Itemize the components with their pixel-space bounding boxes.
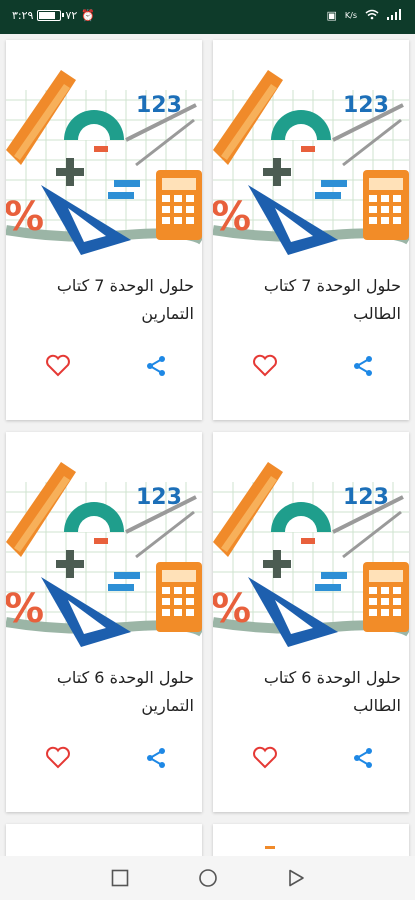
- card-unit7-student-book[interactable]: 123 % حلول الوحدة 7 كتاب الطالب: [213, 40, 409, 420]
- card-unit6-student-book[interactable]: 123 % حلول الوحدة 6 كتاب الطالب: [213, 432, 409, 812]
- favorite-button[interactable]: [251, 352, 279, 380]
- svg-text:%: %: [6, 194, 44, 240]
- card-unit7-workbook[interactable]: 123 % حلول الوحدة 7 كتاب التمارين: [6, 40, 202, 420]
- battery-icon: [37, 10, 65, 21]
- math-thumbnail: 123 %: [6, 40, 202, 265]
- share-button[interactable]: [349, 352, 377, 380]
- math-tools-illustration: 123 %: [213, 40, 409, 265]
- lessons-grid: 123 % حلول الوحدة 7 كتاب الطالب 123 % حل…: [0, 34, 415, 858]
- heart-outline-icon: [46, 746, 70, 769]
- share-icon: [147, 356, 165, 376]
- alarm-icon: ⏰: [81, 9, 95, 22]
- math-tools-illustration: 123 %: [6, 40, 202, 265]
- favorite-button[interactable]: [251, 744, 279, 772]
- heart-outline-icon: [253, 746, 277, 769]
- status-left: ٣:٢٩ ٧٢ ⏰: [12, 9, 95, 22]
- svg-text:%: %: [6, 586, 44, 632]
- card-actions: [213, 352, 409, 382]
- status-time: ٣:٢٩: [12, 9, 34, 22]
- math-thumbnail: 123 %: [213, 432, 409, 657]
- home-icon: [199, 869, 217, 887]
- network-speed: K/s: [344, 11, 357, 20]
- recent-apps-icon: [111, 869, 129, 887]
- share-button[interactable]: [142, 744, 170, 772]
- card-unit6-workbook[interactable]: 123 % حلول الوحدة 6 كتاب التمارين: [6, 432, 202, 812]
- svg-text:%: %: [213, 586, 251, 632]
- share-icon: [147, 748, 165, 768]
- card-actions: [6, 744, 202, 774]
- math-tools-illustration: 123 %: [213, 432, 409, 657]
- back-button[interactable]: [284, 866, 308, 890]
- thumbnail-edge: [265, 846, 275, 849]
- recent-apps-button[interactable]: [108, 866, 132, 890]
- math-thumbnail: 123 %: [6, 432, 202, 657]
- card-actions: [6, 352, 202, 382]
- share-button[interactable]: [142, 352, 170, 380]
- signal-icon: [387, 9, 401, 22]
- heart-outline-icon: [46, 354, 70, 377]
- system-nav-bar: [0, 856, 415, 900]
- back-icon: [289, 869, 304, 887]
- card-title: حلول الوحدة 6 كتاب الطالب: [263, 668, 401, 715]
- math-thumbnail: 123 %: [213, 40, 409, 265]
- svg-text:%: %: [213, 194, 251, 240]
- card-title: حلول الوحدة 7 كتاب التمارين: [56, 276, 194, 323]
- card-actions: [213, 744, 409, 774]
- notification-icon: ▣: [326, 9, 337, 22]
- status-right: ▣ K/s: [326, 9, 401, 22]
- card-partial-left[interactable]: [6, 824, 202, 858]
- favorite-button[interactable]: [44, 352, 72, 380]
- share-icon: [354, 356, 372, 376]
- wifi-icon: [365, 9, 379, 22]
- favorite-button[interactable]: [44, 744, 72, 772]
- status-bar: ٣:٢٩ ٧٢ ⏰ ▣ K/s: [0, 0, 415, 34]
- share-icon: [354, 748, 372, 768]
- math-tools-illustration: 123 %: [6, 432, 202, 657]
- home-button[interactable]: [196, 866, 220, 890]
- card-partial-right[interactable]: [213, 824, 409, 858]
- battery-percent: ٧٢: [65, 9, 78, 22]
- card-title: حلول الوحدة 6 كتاب التمارين: [56, 668, 194, 715]
- share-button[interactable]: [349, 744, 377, 772]
- heart-outline-icon: [253, 354, 277, 377]
- card-title: حلول الوحدة 7 كتاب الطالب: [263, 276, 401, 323]
